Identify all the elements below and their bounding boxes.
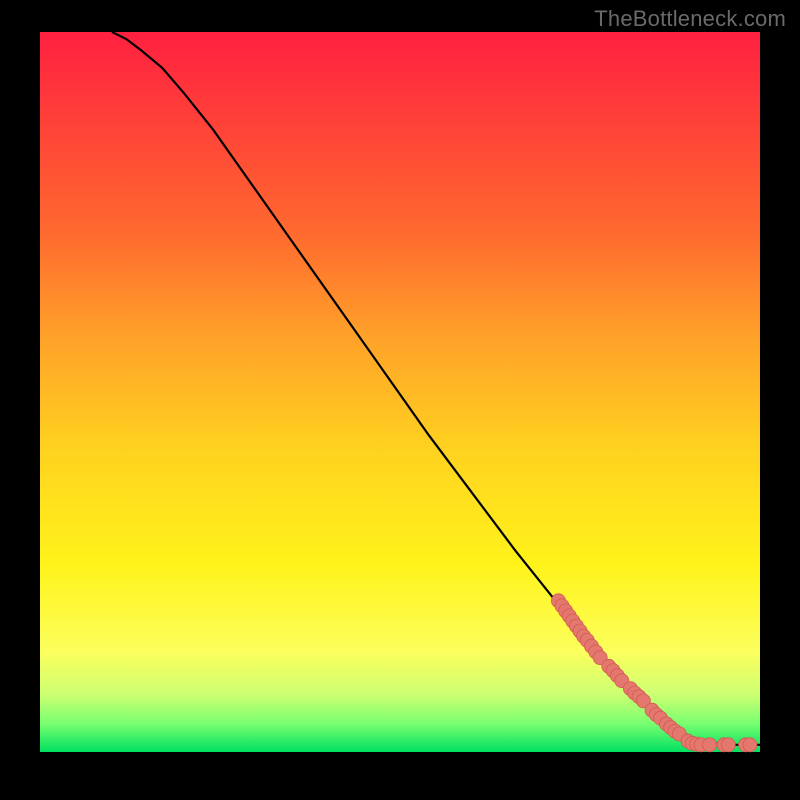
marker-group	[551, 594, 757, 752]
chart-frame: TheBottleneck.com	[0, 0, 800, 800]
watermark-label: TheBottleneck.com	[594, 6, 786, 32]
data-point	[743, 738, 757, 752]
chart-svg	[40, 32, 760, 752]
data-point	[703, 738, 717, 752]
data-point	[721, 738, 735, 752]
plot-area	[40, 32, 760, 752]
bottleneck-curve	[112, 32, 760, 745]
